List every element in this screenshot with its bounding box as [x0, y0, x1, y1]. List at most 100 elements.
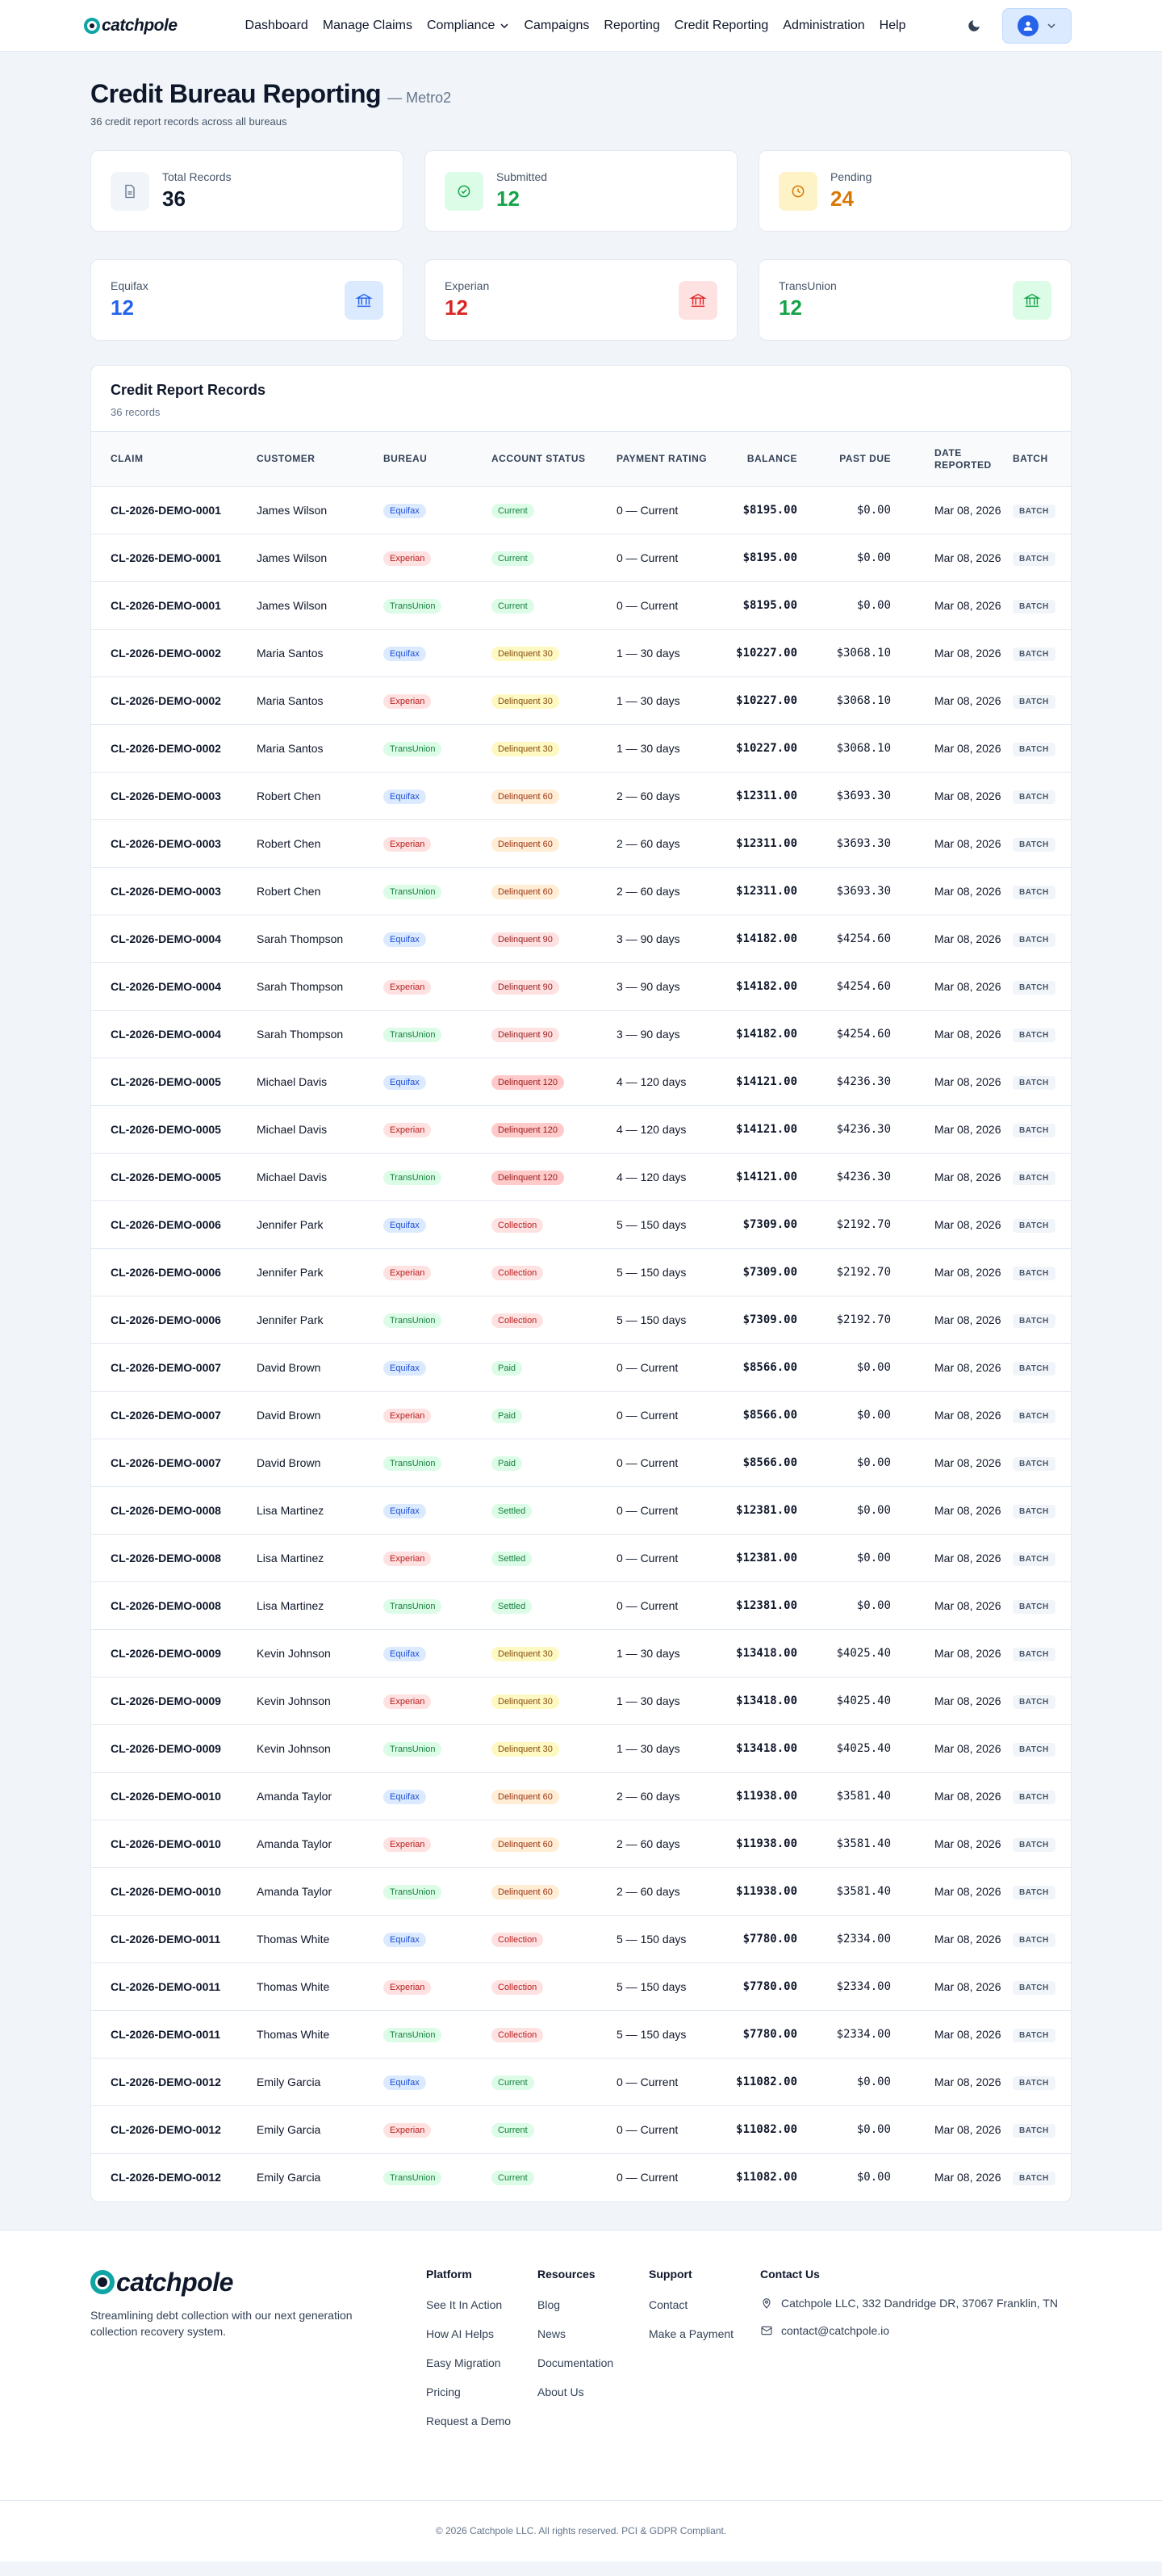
nav-help[interactable]: Help [872, 19, 913, 33]
cell-claim[interactable]: CL-2026-DEMO-0003 [91, 772, 250, 820]
batch-badge[interactable]: BATCH [1013, 1266, 1055, 1280]
batch-badge[interactable]: BATCH [1013, 1313, 1055, 1328]
cell-claim[interactable]: CL-2026-DEMO-0010 [91, 1820, 250, 1868]
table-row[interactable]: CL-2026-DEMO-0010 Amanda Taylor Experian De… [91, 1820, 1071, 1868]
table-row[interactable]: CL-2026-DEMO-0004 Sarah Thompson TransUnio… [91, 1010, 1071, 1058]
batch-badge[interactable]: BATCH [1013, 1123, 1055, 1137]
batch-badge[interactable]: BATCH [1013, 647, 1055, 661]
cell-claim[interactable]: CL-2026-DEMO-0008 [91, 1581, 250, 1630]
batch-badge[interactable]: BATCH [1013, 1837, 1055, 1852]
batch-badge[interactable]: BATCH [1013, 1885, 1055, 1900]
batch-badge[interactable]: BATCH [1013, 1599, 1055, 1614]
table-row[interactable]: CL-2026-DEMO-0009 Kevin Johnson Equifax Del… [91, 1629, 1071, 1678]
table-row[interactable]: CL-2026-DEMO-0003 Robert Chen Experian Deli… [91, 819, 1071, 868]
table-row[interactable]: CL-2026-DEMO-0010 Amanda Taylor Equifax Del… [91, 1772, 1071, 1820]
cell-claim[interactable]: CL-2026-DEMO-0001 [91, 581, 250, 630]
batch-badge[interactable]: BATCH [1013, 1409, 1055, 1423]
nav-manage-claims[interactable]: Manage Claims [316, 19, 420, 33]
table-row[interactable]: CL-2026-DEMO-0007 David Brown TransUnion Pa… [91, 1439, 1071, 1487]
cell-claim[interactable]: CL-2026-DEMO-0001 [91, 486, 250, 534]
footer-link[interactable]: Make a Payment [649, 2327, 760, 2340]
table-row[interactable]: CL-2026-DEMO-0011 Thomas White TransUnion C… [91, 2010, 1071, 2059]
footer-link[interactable]: News [537, 2327, 649, 2340]
batch-badge[interactable]: BATCH [1013, 1742, 1055, 1757]
table-row[interactable]: CL-2026-DEMO-0002 Maria Santos Experian Del… [91, 676, 1071, 725]
table-row[interactable]: CL-2026-DEMO-0007 David Brown Experian Paid… [91, 1391, 1071, 1439]
batch-badge[interactable]: BATCH [1013, 551, 1055, 566]
batch-badge[interactable]: BATCH [1013, 2028, 1055, 2042]
cell-claim[interactable]: CL-2026-DEMO-0004 [91, 962, 250, 1011]
batch-badge[interactable]: BATCH [1013, 885, 1055, 899]
contact-email[interactable]: contact@catchpole.io [760, 2324, 1058, 2337]
cell-claim[interactable]: CL-2026-DEMO-0006 [91, 1200, 250, 1249]
batch-badge[interactable]: BATCH [1013, 1552, 1055, 1566]
table-row[interactable]: CL-2026-DEMO-0004 Sarah Thompson Experian D… [91, 962, 1071, 1011]
footer-link[interactable]: Request a Demo [426, 2415, 537, 2427]
cell-claim[interactable]: CL-2026-DEMO-0010 [91, 1867, 250, 1916]
batch-badge[interactable]: BATCH [1013, 1504, 1055, 1518]
table-row[interactable]: CL-2026-DEMO-0005 Michael Davis TransUnion… [91, 1153, 1071, 1201]
cell-claim[interactable]: CL-2026-DEMO-0008 [91, 1486, 250, 1535]
batch-badge[interactable]: BATCH [1013, 1028, 1055, 1042]
cell-claim[interactable]: CL-2026-DEMO-0004 [91, 1010, 250, 1058]
batch-badge[interactable]: BATCH [1013, 980, 1055, 995]
table-row[interactable]: CL-2026-DEMO-0001 James Wilson Equifax Curr… [91, 486, 1071, 534]
cell-claim[interactable]: CL-2026-DEMO-0003 [91, 867, 250, 915]
column-header[interactable]: Past Due [804, 432, 897, 487]
footer-logo[interactable]: catchpole [90, 2268, 426, 2297]
table-row[interactable]: CL-2026-DEMO-0001 James Wilson TransUnion C… [91, 581, 1071, 630]
batch-badge[interactable]: BATCH [1013, 1980, 1055, 1995]
cell-claim[interactable]: CL-2026-DEMO-0011 [91, 1962, 250, 2011]
cell-claim[interactable]: CL-2026-DEMO-0009 [91, 1677, 250, 1725]
table-row[interactable]: CL-2026-DEMO-0011 Thomas White Experian Col… [91, 1962, 1071, 2011]
cell-claim[interactable]: CL-2026-DEMO-0007 [91, 1343, 250, 1392]
cell-claim[interactable]: CL-2026-DEMO-0006 [91, 1296, 250, 1344]
table-row[interactable]: CL-2026-DEMO-0003 Robert Chen Equifax Delin… [91, 772, 1071, 820]
batch-badge[interactable]: BATCH [1013, 1361, 1055, 1376]
footer-link[interactable]: How AI Helps [426, 2327, 537, 2340]
cell-claim[interactable]: CL-2026-DEMO-0002 [91, 724, 250, 773]
cell-claim[interactable]: CL-2026-DEMO-0011 [91, 1915, 250, 1963]
batch-badge[interactable]: BATCH [1013, 1647, 1055, 1661]
batch-badge[interactable]: BATCH [1013, 599, 1055, 614]
batch-badge[interactable]: BATCH [1013, 790, 1055, 804]
cell-claim[interactable]: CL-2026-DEMO-0006 [91, 1248, 250, 1296]
cell-claim[interactable]: CL-2026-DEMO-0005 [91, 1153, 250, 1201]
user-menu-button[interactable] [1002, 7, 1072, 44]
table-row[interactable]: CL-2026-DEMO-0006 Jennifer Park Equifax Col… [91, 1200, 1071, 1249]
cell-claim[interactable]: CL-2026-DEMO-0007 [91, 1439, 250, 1487]
nav-compliance[interactable]: Compliance [420, 19, 516, 33]
footer-link[interactable]: Blog [537, 2298, 649, 2311]
batch-badge[interactable]: BATCH [1013, 1456, 1055, 1471]
cell-claim[interactable]: CL-2026-DEMO-0002 [91, 676, 250, 725]
table-row[interactable]: CL-2026-DEMO-0005 Michael Davis Experian De… [91, 1105, 1071, 1154]
cell-claim[interactable]: CL-2026-DEMO-0002 [91, 629, 250, 677]
batch-badge[interactable]: BATCH [1013, 1790, 1055, 1804]
table-row[interactable]: CL-2026-DEMO-0008 Lisa Martinez Experian Se… [91, 1534, 1071, 1582]
footer-link[interactable]: Contact [649, 2298, 760, 2311]
batch-badge[interactable]: BATCH [1013, 932, 1055, 947]
column-header[interactable]: Bureau [377, 432, 485, 487]
table-row[interactable]: CL-2026-DEMO-0012 Emily Garcia Experian Cur… [91, 2105, 1071, 2154]
column-header[interactable]: Balance [717, 432, 804, 487]
batch-badge[interactable]: BATCH [1013, 1218, 1055, 1233]
table-row[interactable]: CL-2026-DEMO-0007 David Brown Equifax Paid 0… [91, 1343, 1071, 1392]
table-row[interactable]: CL-2026-DEMO-0006 Jennifer Park TransUnion… [91, 1296, 1071, 1344]
nav-credit-reporting[interactable]: Credit Reporting [667, 19, 776, 33]
footer-link[interactable]: Documentation [537, 2356, 649, 2369]
nav-reporting[interactable]: Reporting [596, 19, 667, 33]
table-row[interactable]: CL-2026-DEMO-0010 Amanda Taylor TransUnion… [91, 1867, 1071, 1916]
batch-badge[interactable]: BATCH [1013, 1075, 1055, 1090]
batch-badge[interactable]: BATCH [1013, 1933, 1055, 1947]
batch-badge[interactable]: BATCH [1013, 694, 1055, 709]
batch-badge[interactable]: BATCH [1013, 2171, 1055, 2185]
table-row[interactable]: CL-2026-DEMO-0011 Thomas White Equifax Coll… [91, 1915, 1071, 1963]
footer-link[interactable]: Easy Migration [426, 2356, 537, 2369]
column-header[interactable]: Payment Rating [610, 432, 717, 487]
table-row[interactable]: CL-2026-DEMO-0003 Robert Chen TransUnion De… [91, 867, 1071, 915]
cell-claim[interactable]: CL-2026-DEMO-0001 [91, 534, 250, 582]
cell-claim[interactable]: CL-2026-DEMO-0003 [91, 819, 250, 868]
cell-claim[interactable]: CL-2026-DEMO-0012 [91, 2105, 250, 2154]
batch-badge[interactable]: BATCH [1013, 742, 1055, 756]
column-header[interactable]: Customer [250, 432, 377, 487]
